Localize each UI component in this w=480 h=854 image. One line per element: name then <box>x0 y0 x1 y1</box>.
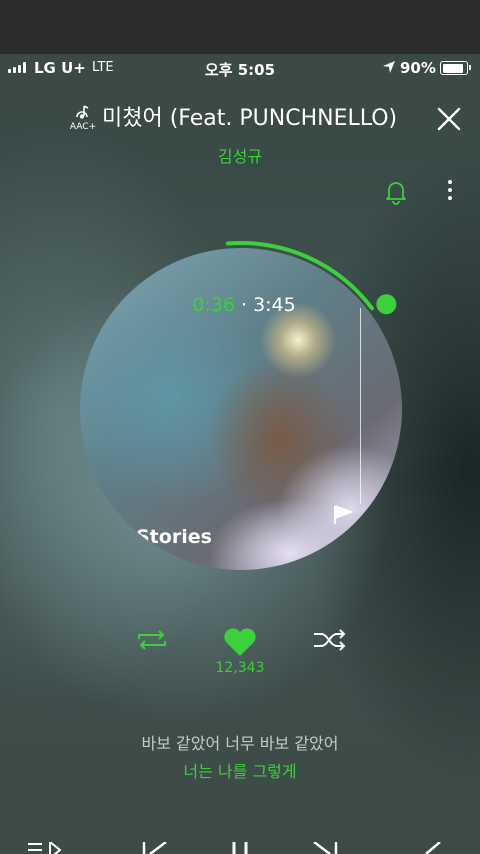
total-duration: 3:45 <box>253 294 296 316</box>
location-arrow-icon <box>382 60 396 78</box>
aac-label: AAC+ <box>69 122 97 132</box>
action-controls: 12,343 <box>0 618 480 688</box>
repeat-icon[interactable] <box>135 628 169 652</box>
aac-icon[interactable]: AAC+ <box>68 104 98 134</box>
bell-icon[interactable] <box>382 177 410 205</box>
playlist-icon[interactable] <box>28 842 64 854</box>
top-dark-band <box>0 0 480 54</box>
close-icon[interactable] <box>432 102 466 136</box>
artist-name[interactable]: 김성규 <box>0 143 480 167</box>
progress-ring[interactable] <box>64 230 424 590</box>
time-display: 0:36 · 3:45 <box>64 294 424 316</box>
lyric-next[interactable]: 너는 나를 그렇게 <box>0 758 480 782</box>
song-title: 미쳤어 (Feat. PUNCHNELLO) <box>102 106 398 131</box>
battery-icon <box>440 61 471 75</box>
elapsed-time: 0:36 <box>192 294 235 316</box>
status-bar: LG U+ LTE 오후 5:05 90% <box>0 54 480 82</box>
player-screen: LG U+ LTE 오후 5:05 90% AAC+ 미쳤어 (Feat. PU… <box>0 0 480 854</box>
like-count: 12,343 <box>215 660 265 676</box>
battery-percent: 90% <box>400 59 436 77</box>
time-separator: · <box>240 294 248 316</box>
heart-icon[interactable] <box>222 626 258 658</box>
previous-icon[interactable] <box>140 842 170 854</box>
lyric-current[interactable]: 바보 같았어 너무 바보 같았어 <box>0 730 480 754</box>
album-player: Stories 0:36 · 3:45 <box>64 230 424 590</box>
shuffle-icon[interactable] <box>312 628 348 652</box>
next-icon[interactable] <box>310 842 340 854</box>
playback-bar <box>0 832 480 854</box>
pause-icon[interactable] <box>228 842 252 854</box>
share-icon[interactable] <box>420 842 444 854</box>
more-icon[interactable] <box>440 177 460 207</box>
